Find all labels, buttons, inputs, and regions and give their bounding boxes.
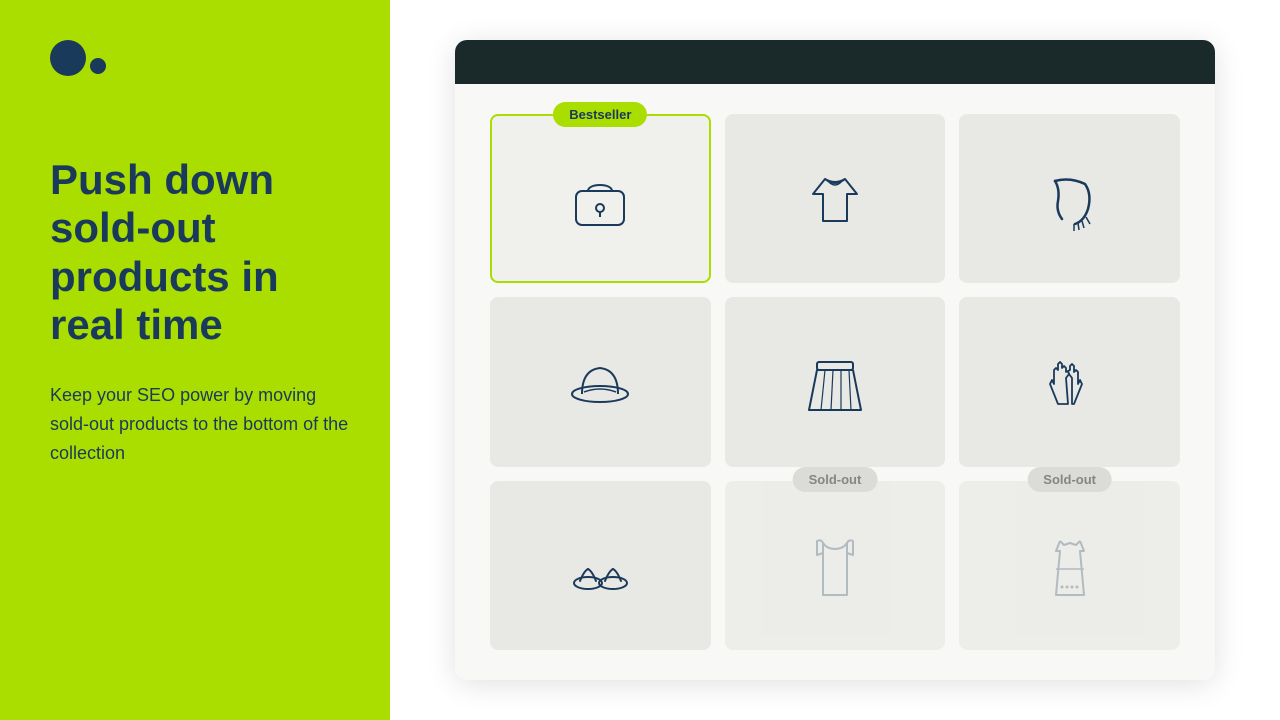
logo [50, 40, 350, 76]
product-card-3[interactable] [959, 114, 1180, 283]
sandals-icon [560, 525, 640, 605]
tanktop-icon [795, 525, 875, 605]
badge-soldout-2: Sold-out [1027, 467, 1112, 492]
badge-soldout-1: Sold-out [793, 467, 878, 492]
product-grid: Bestseller [490, 114, 1180, 650]
browser-toolbar [455, 40, 1215, 84]
product-card-7[interactable] [490, 481, 711, 650]
badge-bestseller: Bestseller [553, 102, 647, 127]
scarf-icon [1030, 159, 1110, 239]
product-card-5[interactable] [725, 297, 946, 466]
right-panel: Bestseller [390, 0, 1280, 720]
gloves-icon [1030, 342, 1110, 422]
product-card-2[interactable] [725, 114, 946, 283]
logo-dot-large [50, 40, 86, 76]
skirt-icon [795, 342, 875, 422]
product-card-4[interactable] [490, 297, 711, 466]
headline: Push down sold-out products in real time [50, 156, 350, 349]
browser-mockup: Bestseller [455, 40, 1215, 680]
left-panel: Push down sold-out products in real time… [0, 0, 390, 720]
top-icon [795, 159, 875, 239]
hat-icon [560, 342, 640, 422]
product-card-8[interactable]: Sold-out [725, 481, 946, 650]
product-card-9[interactable]: Sold-out [959, 481, 1180, 650]
subtext: Keep your SEO power by moving sold-out p… [50, 381, 350, 467]
logo-dot-small [90, 58, 106, 74]
handbag-icon [560, 159, 640, 239]
dress-icon [1030, 525, 1110, 605]
browser-content: Bestseller [455, 84, 1215, 680]
product-card-6[interactable] [959, 297, 1180, 466]
product-card-1[interactable]: Bestseller [490, 114, 711, 283]
